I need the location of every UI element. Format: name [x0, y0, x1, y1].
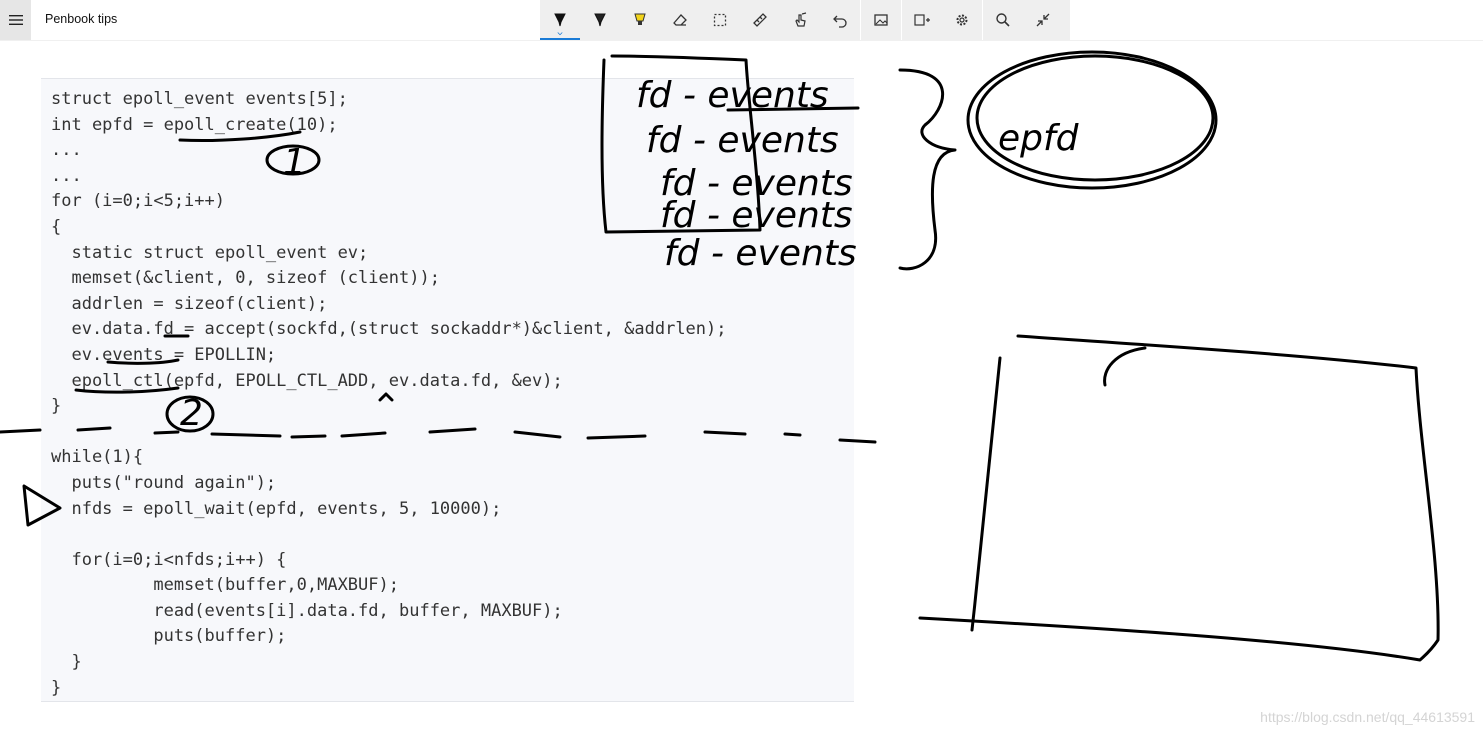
settings-button[interactable] — [942, 0, 982, 40]
code-line: memset(buffer,0,MAXBUF); — [51, 575, 399, 596]
search-button[interactable] — [982, 0, 1023, 40]
exit-fullscreen-icon — [1036, 13, 1050, 27]
app-title: Penbook tips — [45, 12, 118, 26]
code-snippet: struct epoll_event events[5]; int epfd =… — [41, 78, 854, 702]
code-line: { — [51, 216, 62, 237]
code-line: ev.data.fd = accept(sockfd,(struct socka… — [51, 319, 727, 340]
code-line: } — [51, 677, 62, 698]
code-line: } — [51, 652, 82, 673]
code-line: static struct epoll_event ev; — [51, 242, 369, 263]
ink-right-box — [970, 356, 1002, 632]
code-line: ... — [51, 140, 82, 161]
image-icon — [874, 14, 888, 26]
code-line: epoll_ctl(epfd, EPOLL_CTL_ADD, ev.data.f… — [51, 370, 563, 391]
ink-mark — [1103, 346, 1147, 387]
code-line: for (i=0;i<5;i++) — [51, 191, 225, 212]
touch-writing-button[interactable] — [780, 0, 820, 40]
pencil-button[interactable] — [580, 0, 620, 40]
hamburger-icon — [8, 15, 23, 25]
highlighter-icon — [634, 13, 646, 25]
code-line: puts(buffer); — [51, 626, 287, 647]
code-line: addrlen = sizeof(client); — [51, 293, 328, 314]
code-line: struct epoll_event events[5]; — [51, 89, 348, 109]
gear-icon — [956, 14, 968, 26]
code-line: int epfd = epoll_create(10); — [51, 114, 338, 135]
eraser-button[interactable] — [660, 0, 700, 40]
code-line: while(1){ — [51, 447, 144, 468]
lasso-select-icon — [713, 13, 727, 27]
code-line: for(i=0;i<nfds;i++) { — [51, 549, 287, 570]
ink-toolbar — [540, 0, 1070, 40]
ink-epfd-circle — [966, 50, 1218, 190]
eraser-icon — [673, 14, 687, 26]
ruler-button[interactable] — [740, 0, 780, 40]
code-block: struct epoll_event events[5]; int epfd =… — [51, 87, 727, 701]
ballpoint-pen-icon — [554, 13, 566, 27]
code-line: ... — [51, 165, 82, 186]
add-page-icon — [914, 14, 930, 26]
title-bar: Penbook tips — [0, 0, 1483, 41]
undo-button[interactable] — [820, 0, 860, 40]
hamburger-menu-button[interactable] — [0, 0, 31, 40]
highlighter-button[interactable] — [620, 0, 660, 40]
ink-right-box — [918, 334, 1440, 662]
ink-epfd-circle — [975, 54, 1215, 182]
code-line: } — [51, 396, 62, 417]
lasso-select-button[interactable] — [700, 0, 740, 40]
code-line: ev.events = EPOLLIN; — [51, 344, 277, 365]
code-line: puts("round again"); — [51, 472, 277, 493]
pencil-icon — [594, 13, 606, 27]
insert-image-button[interactable] — [860, 0, 901, 40]
code-line: read(events[i].data.fd, buffer, MAXBUF); — [51, 600, 563, 621]
search-icon — [996, 13, 1010, 27]
undo-icon — [833, 15, 847, 28]
ink-epfd-label: epfd — [998, 118, 1080, 159]
code-line: nfds = epoll_wait(epfd, events, 5, 10000… — [51, 498, 502, 519]
exit-fullscreen-button[interactable] — [1023, 0, 1063, 40]
code-line: memset(&client, 0, sizeof (client)); — [51, 268, 440, 289]
add-page-button[interactable] — [901, 0, 942, 40]
watermark: https://blog.csdn.net/qq_44613591 — [1260, 709, 1475, 725]
ink-brace — [898, 68, 957, 271]
chevron-down-icon — [557, 32, 563, 36]
ruler-icon — [753, 13, 767, 27]
ballpoint-pen-button[interactable] — [540, 0, 580, 40]
touch-writing-icon — [795, 12, 807, 27]
